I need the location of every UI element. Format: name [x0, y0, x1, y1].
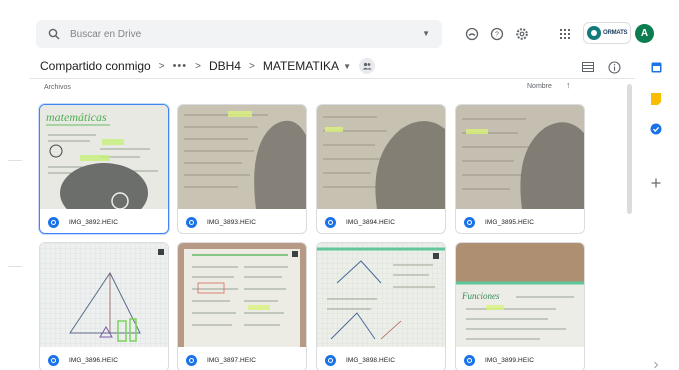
file-name: IMG_3899.HEIC: [485, 356, 534, 364]
file-card-footer: IMG_3899.HEIC: [456, 347, 584, 370]
file-card-footer: IMG_3892.HEIC: [40, 209, 168, 233]
side-panel: [640, 50, 679, 370]
file-thumbnail: matemáticas: [40, 105, 168, 209]
help-icon[interactable]: ?: [486, 23, 508, 45]
sort-by-name-button[interactable]: Nombre: [527, 83, 552, 90]
plus-icon[interactable]: [649, 176, 663, 190]
file-name: IMG_3892.HEIC: [69, 218, 118, 226]
file-thumbnail: [40, 243, 168, 347]
top-bar: ▼ ? ORMATS A: [0, 0, 679, 50]
search-icon[interactable]: [46, 26, 62, 42]
svg-text:matemáticas: matemáticas: [46, 110, 107, 124]
breadcrumb-shared-with-me[interactable]: Compartido conmigo: [40, 59, 151, 73]
file-thumbnail: [178, 243, 306, 347]
image-file-icon: [325, 216, 336, 228]
image-file-icon: [48, 354, 59, 366]
image-file-icon: [186, 216, 197, 228]
left-edge-mark: [8, 266, 22, 267]
breadcrumb-dbh4[interactable]: DBH4: [209, 59, 241, 73]
file-card[interactable]: IMG_3897.HEIC: [177, 242, 307, 370]
breadcrumb-matematika[interactable]: MATEMATIKA: [263, 59, 339, 73]
file-card[interactable]: IMG_3898.HEIC: [316, 242, 446, 370]
svg-text:Funciones: Funciones: [461, 291, 500, 301]
file-card[interactable]: IMG_3896.HEIC: [39, 242, 169, 370]
info-icon[interactable]: [605, 58, 623, 76]
search-input[interactable]: [70, 28, 400, 40]
file-card-footer: IMG_3893.HEIC: [178, 209, 306, 233]
file-card[interactable]: IMG_3893.HEIC: [177, 104, 307, 234]
image-file-icon: [464, 216, 475, 228]
breadcrumb: Compartido conmigo > ••• > DBH4 > MATEMA…: [40, 56, 375, 76]
file-card[interactable]: Funciones IMG_3899.HEIC: [455, 242, 585, 370]
search-options-caret-icon[interactable]: ▼: [422, 29, 430, 38]
file-thumbnail: Funciones: [456, 243, 584, 347]
image-file-icon: [48, 216, 59, 228]
brand-label: ORMATS: [603, 30, 628, 36]
account-avatar[interactable]: A: [635, 24, 654, 43]
file-card-footer: IMG_3894.HEIC: [317, 209, 445, 233]
gear-icon[interactable]: [511, 23, 533, 45]
file-card[interactable]: matemáticas IMG_3892.HEIC: [39, 104, 169, 234]
file-thumbnail: [456, 105, 584, 209]
apps-grid-icon[interactable]: [554, 23, 576, 45]
header-divider: [30, 78, 635, 79]
files-section-label: Archivos: [44, 84, 71, 91]
vertical-scrollbar[interactable]: [627, 84, 632, 214]
file-card-footer: IMG_3895.HEIC: [456, 209, 584, 233]
svg-text:?: ?: [495, 32, 499, 39]
image-file-icon: [186, 354, 197, 366]
file-card-footer: IMG_3898.HEIC: [317, 347, 445, 370]
file-name: IMG_3893.HEIC: [207, 218, 256, 226]
calendar-icon[interactable]: [649, 60, 663, 74]
breadcrumb-more[interactable]: •••: [173, 60, 188, 72]
file-card[interactable]: IMG_3895.HEIC: [455, 104, 585, 234]
image-file-icon: [325, 354, 336, 366]
file-name: IMG_3898.HEIC: [346, 356, 395, 364]
brand-logo-icon: [587, 26, 601, 40]
chevron-right-icon[interactable]: [649, 358, 663, 370]
chevron-right-icon: >: [195, 60, 201, 72]
file-name: IMG_3897.HEIC: [207, 356, 256, 364]
shared-users-icon[interactable]: [358, 58, 375, 74]
keep-icon[interactable]: [649, 92, 663, 106]
file-name: IMG_3895.HEIC: [485, 218, 534, 226]
chevron-right-icon: >: [248, 60, 255, 72]
organization-brand-badge[interactable]: ORMATS: [583, 22, 631, 44]
file-card-footer: IMG_3897.HEIC: [178, 347, 306, 370]
file-thumbnail: [317, 105, 445, 209]
file-name: IMG_3894.HEIC: [346, 218, 395, 226]
folder-menu-caret-icon[interactable]: ▼: [343, 62, 351, 71]
offline-status-icon[interactable]: [461, 23, 483, 45]
left-edge-mark: [8, 160, 22, 161]
file-card-footer: IMG_3896.HEIC: [40, 347, 168, 370]
file-thumbnail: [178, 105, 306, 209]
file-thumbnail: [317, 243, 445, 347]
list-view-icon[interactable]: [579, 58, 597, 76]
search-box[interactable]: ▼: [36, 20, 442, 48]
sort-direction-arrow-icon[interactable]: ↑: [566, 80, 571, 90]
file-name: IMG_3896.HEIC: [69, 356, 118, 364]
file-card[interactable]: IMG_3894.HEIC: [316, 104, 446, 234]
image-file-icon: [464, 354, 475, 366]
drive-window: ▼ ? ORMATS A Compartido conmigo > ••• > …: [0, 0, 679, 370]
chevron-right-icon: >: [158, 60, 165, 72]
tasks-icon[interactable]: [649, 122, 663, 136]
